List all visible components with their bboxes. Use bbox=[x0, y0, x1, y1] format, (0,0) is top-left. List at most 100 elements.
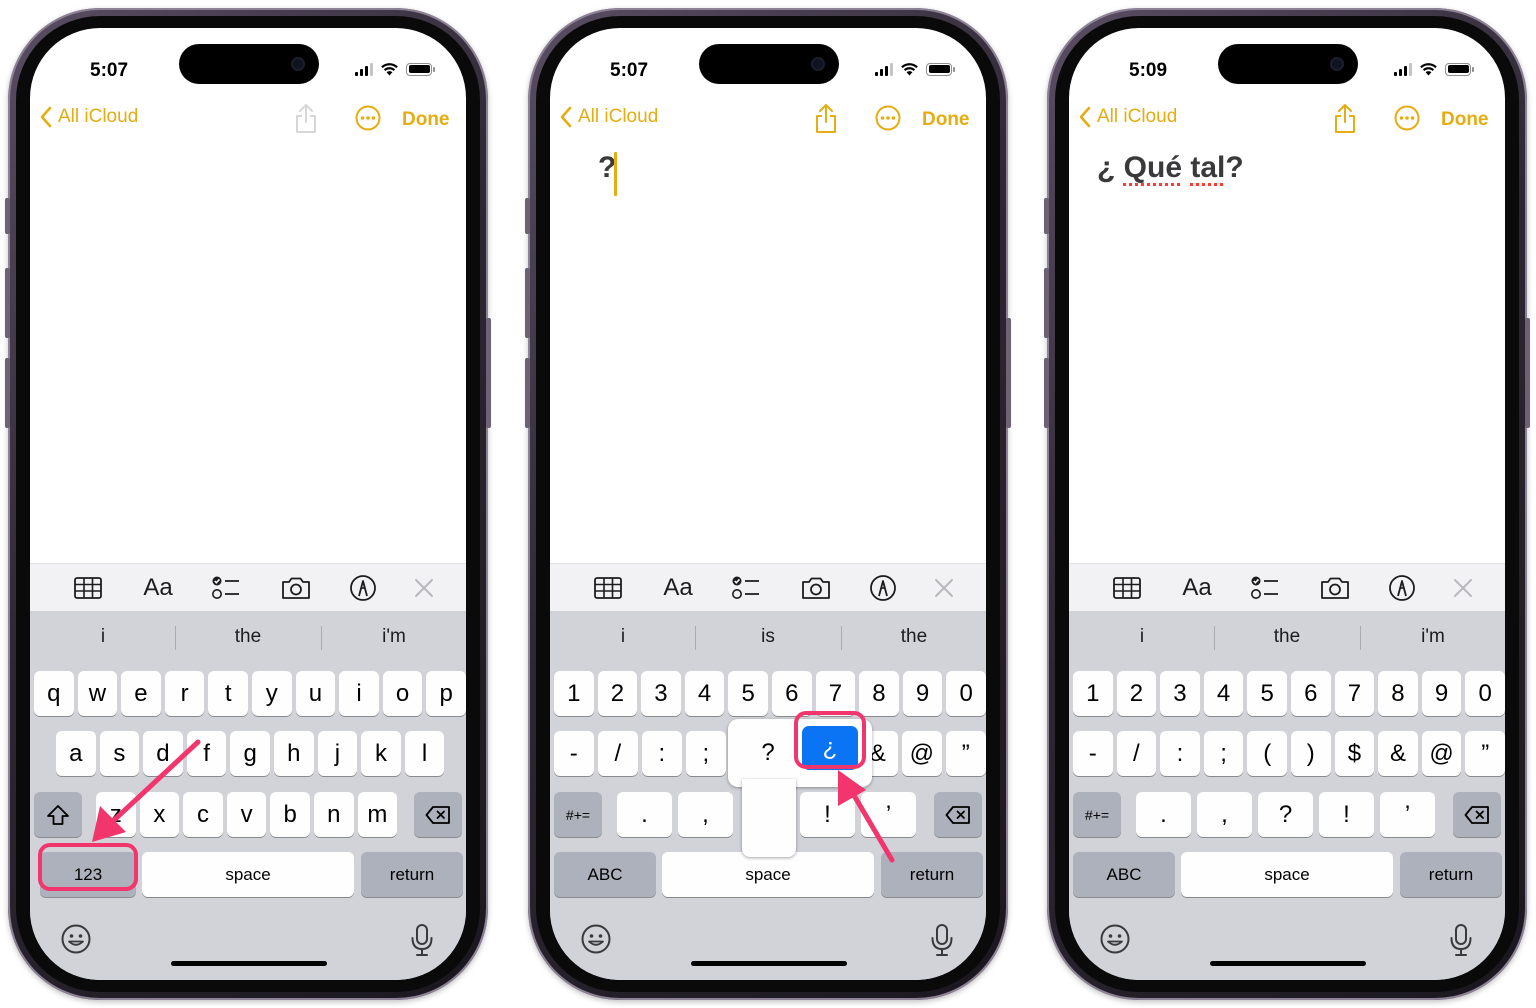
suggestion-3[interactable]: i'm bbox=[1360, 611, 1505, 663]
letter-key[interactable]: m bbox=[357, 792, 398, 837]
symbols-key[interactable]: #+= bbox=[1073, 792, 1121, 837]
symbol-key[interactable]: ; bbox=[686, 731, 726, 776]
checklist-button[interactable] bbox=[1249, 574, 1281, 602]
punctuation-key[interactable]: ! bbox=[800, 792, 855, 837]
symbol-key[interactable]: / bbox=[1116, 731, 1157, 776]
letter-key[interactable]: t bbox=[208, 671, 248, 716]
symbols-key[interactable]: #+= bbox=[554, 792, 602, 837]
number-key[interactable]: 7 bbox=[815, 671, 856, 716]
number-key[interactable]: 9 bbox=[1421, 671, 1462, 716]
suggestion-1[interactable]: i bbox=[1069, 611, 1215, 663]
letter-key[interactable]: c bbox=[183, 792, 223, 837]
letters-mode-key[interactable]: ABC bbox=[554, 852, 656, 897]
number-key[interactable]: 9 bbox=[902, 671, 943, 716]
symbol-key[interactable]: ( bbox=[1247, 731, 1287, 776]
punctuation-key[interactable]: . bbox=[1136, 792, 1191, 837]
punctuation-key[interactable]: , bbox=[1197, 792, 1252, 837]
number-key[interactable]: 6 bbox=[1291, 671, 1331, 716]
shift-key[interactable] bbox=[34, 792, 82, 837]
checklist-button[interactable] bbox=[210, 574, 242, 602]
number-key[interactable]: 5 bbox=[728, 671, 768, 716]
suggestion-2[interactable]: is bbox=[695, 611, 841, 663]
back-button[interactable]: All iCloud bbox=[40, 106, 138, 128]
letter-key[interactable]: z bbox=[96, 792, 136, 837]
symbol-key[interactable]: / bbox=[598, 731, 638, 776]
punctuation-key[interactable]: . bbox=[617, 792, 672, 837]
done-button[interactable]: Done bbox=[1441, 109, 1489, 131]
symbol-key[interactable]: : bbox=[1160, 731, 1200, 776]
table-button[interactable] bbox=[592, 574, 624, 602]
number-key[interactable]: 6 bbox=[772, 671, 812, 716]
camera-button[interactable] bbox=[800, 574, 832, 602]
letter-key[interactable]: r bbox=[164, 671, 205, 716]
space-key[interactable]: space bbox=[662, 852, 874, 897]
note-text[interactable]: ¿ Qué tal? bbox=[1097, 151, 1244, 185]
markup-button[interactable] bbox=[867, 574, 899, 602]
format-button[interactable]: Aa bbox=[136, 574, 180, 602]
symbol-key[interactable]: ” bbox=[1465, 731, 1505, 776]
symbol-key[interactable]: : bbox=[642, 731, 682, 776]
share-button[interactable] bbox=[1333, 102, 1357, 139]
letter-key[interactable]: l bbox=[404, 731, 445, 776]
more-button[interactable] bbox=[1393, 104, 1421, 137]
punctuation-key[interactable]: ! bbox=[1319, 792, 1374, 837]
symbol-key[interactable]: ” bbox=[946, 731, 986, 776]
emoji-icon[interactable] bbox=[1099, 923, 1131, 955]
checklist-button[interactable] bbox=[730, 574, 762, 602]
back-button[interactable]: All iCloud bbox=[560, 106, 658, 128]
microphone-icon[interactable] bbox=[1449, 923, 1473, 957]
punctuation-key[interactable]: ? bbox=[1258, 792, 1313, 837]
number-key[interactable]: 8 bbox=[859, 671, 899, 716]
symbol-key[interactable]: @ bbox=[1421, 731, 1462, 776]
camera-button[interactable] bbox=[280, 574, 312, 602]
format-button[interactable]: Aa bbox=[1175, 574, 1219, 602]
suggestion-1[interactable]: i bbox=[550, 611, 696, 663]
letter-key[interactable]: y bbox=[252, 671, 292, 716]
letter-key[interactable]: o bbox=[382, 671, 423, 716]
number-key[interactable]: 3 bbox=[1160, 671, 1200, 716]
number-key[interactable]: 8 bbox=[1378, 671, 1418, 716]
more-button[interactable] bbox=[354, 104, 382, 137]
letter-key[interactable]: x bbox=[139, 792, 180, 837]
popup-option-question[interactable]: ? bbox=[746, 729, 790, 777]
microphone-icon[interactable] bbox=[930, 923, 954, 957]
suggestion-2[interactable]: the bbox=[1214, 611, 1360, 663]
close-toolbar-button[interactable] bbox=[928, 574, 960, 602]
letter-key[interactable]: i bbox=[339, 671, 379, 716]
letter-key[interactable]: k bbox=[361, 731, 401, 776]
punctuation-key[interactable]: , bbox=[678, 792, 733, 837]
letter-key[interactable]: u bbox=[295, 671, 336, 716]
space-key[interactable]: space bbox=[1181, 852, 1393, 897]
number-key[interactable]: 4 bbox=[684, 671, 725, 716]
camera-button[interactable] bbox=[1319, 574, 1351, 602]
symbol-key[interactable]: - bbox=[1073, 731, 1113, 776]
letter-key[interactable]: b bbox=[270, 792, 310, 837]
return-key[interactable]: return bbox=[1400, 852, 1502, 897]
emoji-icon[interactable] bbox=[580, 923, 612, 955]
letter-key[interactable]: q bbox=[34, 671, 74, 716]
number-key[interactable]: 1 bbox=[1073, 671, 1113, 716]
symbol-key[interactable]: @ bbox=[902, 731, 942, 776]
letter-key[interactable]: e bbox=[121, 671, 161, 716]
letter-key[interactable]: d bbox=[143, 731, 183, 776]
symbol-key[interactable]: ) bbox=[1291, 731, 1331, 776]
delete-key[interactable] bbox=[1453, 792, 1501, 837]
space-key[interactable]: space bbox=[142, 852, 354, 897]
format-button[interactable]: Aa bbox=[656, 574, 700, 602]
table-button[interactable] bbox=[1111, 574, 1143, 602]
number-key[interactable]: 3 bbox=[641, 671, 681, 716]
letter-key[interactable]: p bbox=[426, 671, 466, 716]
suggestion-1[interactable]: i bbox=[30, 611, 176, 663]
share-button[interactable] bbox=[294, 102, 318, 139]
punctuation-key[interactable]: ’ bbox=[1380, 792, 1435, 837]
number-key[interactable]: 4 bbox=[1203, 671, 1244, 716]
more-button[interactable] bbox=[874, 104, 902, 137]
letter-key[interactable]: j bbox=[317, 731, 358, 776]
letter-key[interactable]: f bbox=[186, 731, 227, 776]
close-toolbar-button[interactable] bbox=[408, 574, 440, 602]
suggestion-3[interactable]: i'm bbox=[321, 611, 466, 663]
close-toolbar-button[interactable] bbox=[1447, 574, 1479, 602]
symbol-key[interactable]: $ bbox=[1334, 731, 1375, 776]
number-key[interactable]: 7 bbox=[1334, 671, 1375, 716]
symbol-key[interactable]: - bbox=[554, 731, 594, 776]
